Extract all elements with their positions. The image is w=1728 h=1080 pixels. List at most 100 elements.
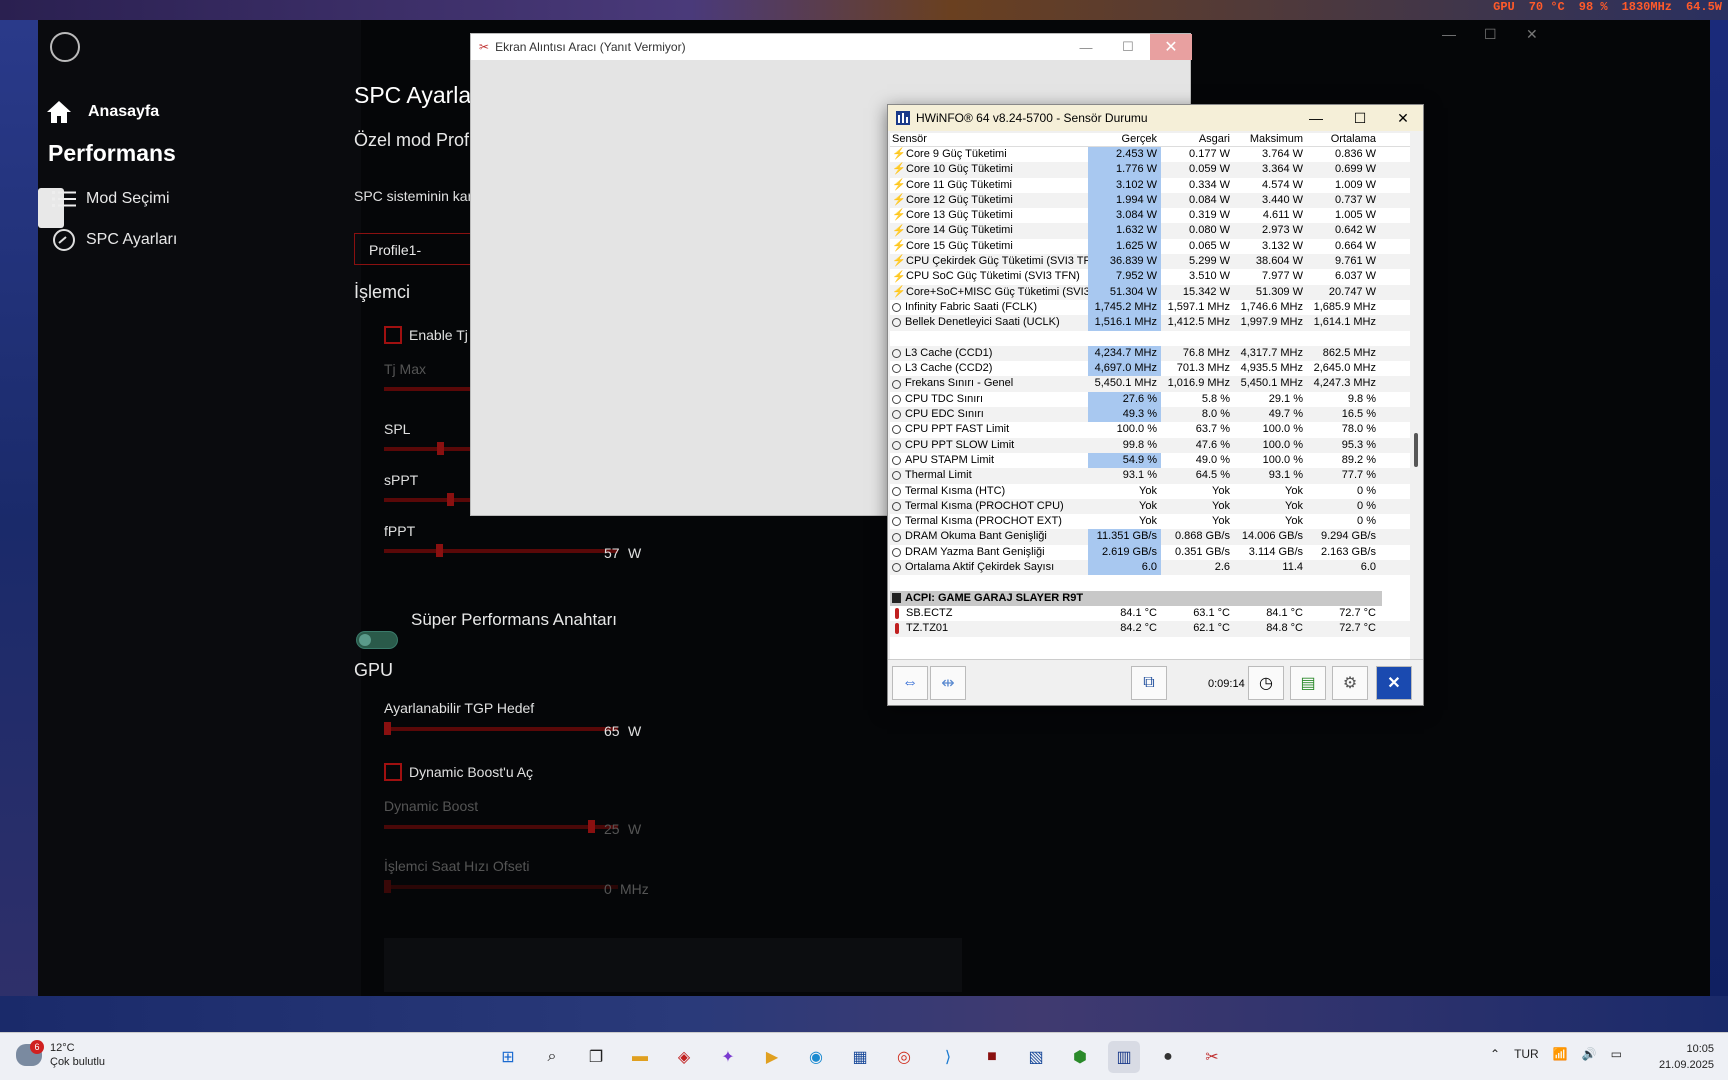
sensor-row[interactable]: CPU PPT FAST Limit 100.0 % 63.7 % 100.0 % 78… (890, 422, 1410, 437)
sensor-scrollbar[interactable] (1410, 133, 1423, 659)
player-app-icon[interactable]: ▶ (756, 1041, 788, 1073)
sensor-row[interactable]: ⚡ Core 9 Güç Tüketimi 2.453 W 0.177 W 3.764 … (890, 147, 1410, 163)
sensor-row[interactable]: CPU EDC Sınırı 49.3 % 8.0 % 49.7 % 16.5 % (890, 407, 1410, 423)
nav-item-spc-settings[interactable]: SPC Ayarları (52, 228, 177, 252)
sensor-row[interactable]: ⚡ Core 14 Güç Tüketimi 1.632 W 0.080 W 2.973… (890, 223, 1410, 239)
sensor-row[interactable]: Ortalama Aktif Çekirdek Sayısı 6.0 2.6 11.4… (890, 560, 1410, 576)
tgp-slider-thumb[interactable] (384, 722, 391, 735)
log-file-icon[interactable]: ▤ (1290, 666, 1326, 700)
sensor-row[interactable]: Termal Kısma (HTC) Yok Yok Yok 0 % (890, 484, 1410, 499)
snipping-tool-taskbar-icon[interactable]: ✂ (1196, 1041, 1228, 1073)
start-menu-icon[interactable]: ⊞ (492, 1041, 524, 1073)
sppt-slider-thumb[interactable] (447, 493, 454, 506)
sensor-row[interactable]: DRAM Yazma Bant Genişliği 2.619 GB/s 0.351… (890, 544, 1410, 561)
game-launcher-icon[interactable]: ⬢ (1064, 1041, 1096, 1073)
col-minimum[interactable]: Asgari (1161, 133, 1234, 146)
weather-widget[interactable]: 6 12°C Çok bulutlu (16, 1040, 105, 1069)
col-sensor[interactable]: Sensör (890, 133, 1088, 146)
super-performance-toggle[interactable] (356, 631, 398, 649)
media-app-icon[interactable]: ● (1152, 1041, 1184, 1073)
monitor-app-icon[interactable]: ▧ (1020, 1041, 1052, 1073)
cpu-clock-offset-slider[interactable] (384, 880, 618, 893)
fppt-slider[interactable] (384, 544, 618, 557)
store-icon[interactable]: ▦ (844, 1041, 876, 1073)
hwinfo-close-button[interactable]: ✕ (1381, 105, 1425, 131)
app-close-button[interactable]: ✕ (1526, 26, 1538, 43)
spl-slider-thumb[interactable] (437, 442, 444, 455)
clock-reset-icon[interactable]: ◷ (1248, 666, 1284, 700)
game-app-icon[interactable]: ◈ (668, 1041, 700, 1073)
sensor-row[interactable]: ⚡ Core 15 Güç Tüketimi 1.625 W 0.065 W 3.132… (890, 238, 1410, 255)
cpu-clock-offset-thumb[interactable] (384, 880, 391, 893)
sensor-row[interactable]: CPU TDC Sınırı 27.6 % 5.8 % 29.1 % 9.8 % (890, 391, 1410, 408)
search-icon[interactable]: ⌕ (536, 1041, 568, 1073)
taskbar-clock[interactable]: 10:05 21.09.2025 (1640, 1041, 1714, 1073)
sensor-row[interactable]: TZ.TZ01 84.2 °C 62.1 °C 84.8 °C 72.7 °C (890, 621, 1410, 637)
sensor-row[interactable]: SB.ECTZ 84.1 °C 63.1 °C 84.1 °C 72.7 °C (890, 606, 1410, 621)
sensor-row[interactable]: Infinity Fabric Saati (FCLK) 1,745.2 MHz 1… (890, 299, 1410, 316)
edge-browser-icon[interactable]: ◉ (800, 1041, 832, 1073)
nav-home[interactable]: Anasayfa (46, 100, 159, 124)
vscode-icon[interactable]: ⟩ (932, 1041, 964, 1073)
sensor-row[interactable]: ⚡ Core+SoC+MISC Güç Tüketimi (SVI3 ... 51.… (890, 284, 1410, 300)
volume-icon[interactable]: 🔊 (1582, 1047, 1597, 1061)
control-center-icon[interactable]: ■ (976, 1041, 1008, 1073)
snip-close-button[interactable]: ✕ (1150, 34, 1192, 60)
sensor-row[interactable]: ⚡ Core 11 Güç Tüketimi 3.102 W 0.334 W 4.574… (890, 177, 1410, 193)
hwinfo-maximize-button[interactable]: ☐ (1338, 105, 1382, 131)
task-view-icon[interactable]: ❐ (580, 1041, 612, 1073)
hwinfo-minimize-button[interactable]: — (1294, 105, 1338, 131)
spl-slider[interactable] (384, 442, 470, 455)
sensor-table[interactable]: Sensör Gerçek Asgari Maksimum Ortalama ⚡… (890, 133, 1410, 659)
enable-tj-checkbox[interactable] (384, 326, 402, 344)
settings-gear-icon[interactable]: ⚙ (1332, 666, 1368, 700)
sensor-row[interactable]: Termal Kısma (PROCHOT CPU) Yok Yok Yok 0 % (890, 498, 1410, 515)
sensor-row[interactable]: L3 Cache (CCD1) 4,234.7 MHz 76.8 MHz 4,317.… (890, 345, 1410, 362)
collapse-arrows-icon[interactable]: ⇹ (930, 666, 966, 700)
chevron-up-icon[interactable]: ⌃ (1490, 1047, 1500, 1061)
snip-minimize-button[interactable]: — (1065, 34, 1107, 60)
language-indicator[interactable]: TUR (1514, 1047, 1539, 1061)
battery-icon[interactable]: ▭ (1611, 1047, 1622, 1061)
sensor-row[interactable]: Thermal Limit 93.1 % 64.5 % 93.1 % 77.7 % (890, 468, 1410, 484)
copilot-icon[interactable]: ✦ (712, 1041, 744, 1073)
sensor-row[interactable]: L3 Cache (CCD2) 4,697.0 MHz 701.3 MHz 4,935… (890, 361, 1410, 377)
dynamic-boost-slider-thumb[interactable] (588, 820, 595, 833)
sensor-row[interactable] (890, 331, 1410, 346)
tgp-slider[interactable] (384, 722, 618, 735)
file-explorer-icon[interactable]: ▬ (624, 1041, 656, 1073)
sensor-row[interactable]: CPU PPT SLOW Limit 99.8 % 47.6 % 100.0 % 95.… (890, 437, 1410, 453)
sensor-row[interactable]: ⚡ Core 13 Güç Tüketimi 3.084 W 0.319 W 4.611… (890, 208, 1410, 224)
wifi-icon[interactable]: 📶 (1553, 1047, 1568, 1061)
sensor-row[interactable]: Frekans Sınırı - Genel 5,450.1 MHz 1,016.9… (890, 376, 1410, 392)
sensor-scrollbar-thumb[interactable] (1414, 433, 1418, 467)
sensor-row[interactable]: ⚡ CPU Çekirdek Güç Tüketimi (SVI3 TFN) 36.… (890, 254, 1410, 270)
sensor-group-header[interactable]: ACPI: GAME GARAJ SLAYER R9T (890, 590, 1382, 606)
dynamic-boost-checkbox[interactable] (384, 763, 402, 781)
hwinfo-window[interactable]: HWiNFO® 64 v8.24-5700 - Sensör Durumu — … (887, 104, 1424, 706)
hwinfo-taskbar-icon[interactable]: ▥ (1108, 1041, 1140, 1073)
profile-select[interactable]: Profile1- (354, 233, 484, 265)
col-average[interactable]: Ortalama (1307, 133, 1380, 146)
app-logo-icon[interactable] (50, 32, 80, 62)
network-icon[interactable]: ⧉ (1131, 666, 1167, 700)
app-minimize-button[interactable]: — (1442, 26, 1456, 42)
tj-max-slider[interactable] (384, 387, 470, 391)
col-current[interactable]: Gerçek (1088, 133, 1161, 146)
sensor-row[interactable]: Bellek Denetleyici Saati (UCLK) 1,516.1 M… (890, 315, 1410, 331)
dynamic-boost-slider[interactable] (384, 820, 618, 833)
sensor-row[interactable]: DRAM Okuma Bant Genişliği 11.351 GB/s 0.86… (890, 529, 1410, 545)
sppt-slider[interactable] (384, 493, 470, 506)
close-sensors-icon[interactable]: ✕ (1376, 666, 1412, 700)
snip-maximize-button[interactable]: ☐ (1107, 34, 1149, 60)
sensor-row[interactable] (890, 575, 1410, 590)
sensor-row[interactable]: ⚡ CPU SoC Güç Tüketimi (SVI3 TFN) 7.952 W 3… (890, 269, 1410, 285)
col-maximum[interactable]: Maksimum (1234, 133, 1307, 146)
app-maximize-button[interactable]: ☐ (1484, 26, 1497, 43)
fppt-slider-thumb[interactable] (436, 544, 443, 557)
chrome-icon[interactable]: ◎ (888, 1041, 920, 1073)
sensor-row[interactable]: Termal Kısma (PROCHOT EXT) Yok Yok Yok 0 % (890, 514, 1410, 529)
sensor-row[interactable]: APU STAPM Limit 54.9 % 49.0 % 100.0 % 89.2 % (890, 452, 1410, 469)
sensor-row[interactable]: ⚡ Core 12 Güç Tüketimi 1.994 W 0.084 W 3.440… (890, 192, 1410, 209)
sensor-row[interactable]: ⚡ Core 10 Güç Tüketimi 1.776 W 0.059 W 3.364… (890, 162, 1410, 178)
